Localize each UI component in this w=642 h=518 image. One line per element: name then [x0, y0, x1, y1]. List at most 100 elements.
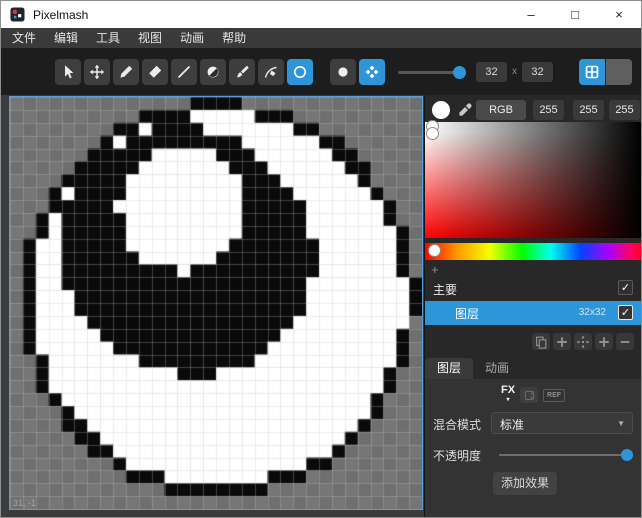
ref-button[interactable]: REF [543, 389, 565, 402]
layer-group-row[interactable]: 主要 ✓ [425, 278, 641, 300]
brush-size-slider[interactable] [398, 59, 466, 85]
minimize-button[interactable]: – [509, 1, 553, 28]
blend-mode-label: 混合模式 [433, 416, 481, 433]
hue-knob[interactable] [428, 244, 441, 257]
opacity-slider-knob[interactable] [621, 449, 633, 461]
eraser-icon [147, 64, 163, 80]
blend-mode-dropdown[interactable]: 标准 ▼ [491, 412, 633, 434]
layer-row-selected[interactable]: 图层 32x32 ✓ [425, 301, 641, 325]
menu-view[interactable]: 视图 [129, 28, 171, 48]
circle-icon [292, 64, 308, 80]
opacity-label: 不透明度 [433, 447, 481, 464]
add-swatch-button[interactable]: + [431, 262, 439, 277]
checker-pattern-icon [364, 64, 380, 80]
blend-mode-value: 标准 [500, 416, 524, 433]
opacity-slider-track[interactable] [499, 454, 627, 456]
dotted-cross-icon [576, 335, 590, 349]
tool-pen[interactable] [258, 59, 284, 85]
tool-shade[interactable] [200, 59, 226, 85]
current-color-swatch[interactable] [432, 101, 450, 119]
eyedropper-icon[interactable] [457, 102, 473, 118]
close-button[interactable]: × [597, 1, 641, 28]
toolbar: 32 x 32 [1, 48, 641, 95]
tab-animation[interactable]: 动画 [473, 358, 521, 379]
size-separator: x [512, 66, 517, 77]
canvas-width-input[interactable]: 32 [476, 62, 507, 82]
menu-edit[interactable]: 编辑 [45, 28, 87, 48]
grid-toggle-button[interactable] [579, 59, 605, 85]
layer-visibility-checkbox[interactable]: ✓ [618, 305, 633, 320]
line-icon [176, 64, 192, 80]
tool-pencil[interactable] [113, 59, 139, 85]
tool-eraser[interactable] [142, 59, 168, 85]
shade-circle-icon [205, 64, 221, 80]
menu-file[interactable]: 文件 [3, 28, 45, 48]
layer-name: 图层 [455, 305, 479, 322]
fx-dropdown-arrow: ▾ [501, 395, 515, 405]
layer-effect-button[interactable] [520, 387, 538, 403]
window-controls: – □ × [509, 1, 641, 28]
window-title: Pixelmash [33, 8, 88, 22]
maximize-button[interactable]: □ [553, 1, 597, 28]
blend-mode-row: 混合模式 标准 ▼ [433, 412, 633, 434]
brush-shape-button[interactable] [330, 59, 356, 85]
layer-actions [529, 333, 634, 350]
layer-group-name: 主要 [433, 281, 457, 298]
sv-picker-knob[interactable] [426, 127, 439, 140]
menu-animation[interactable]: 动画 [171, 28, 213, 48]
secondary-toggle-button[interactable] [606, 59, 632, 85]
effects-toolbar: FX ▾ REF [425, 385, 641, 405]
artboard[interactable]: 31, -1 [9, 96, 423, 510]
tool-group [55, 59, 316, 85]
add-layer-button[interactable] [553, 333, 571, 350]
group-visibility-checkbox[interactable]: ✓ [618, 280, 633, 295]
canvas-area: 31, -1 [1, 95, 424, 517]
duplicate-layer-button[interactable] [532, 333, 550, 350]
red-value-field[interactable]: 255 [533, 100, 564, 120]
round-brush-icon [335, 64, 351, 80]
hue-gradient-bar[interactable] [425, 243, 641, 260]
chevron-down-icon: ▼ [617, 419, 625, 428]
tool-circle[interactable] [287, 59, 313, 85]
app-window: Pixelmash – □ × 文件 编辑 工具 视图 动画 帮助 [0, 0, 642, 518]
pencil-icon [118, 64, 134, 80]
tool-select[interactable] [55, 59, 81, 85]
duplicate-icon [534, 335, 548, 349]
app-icon [10, 7, 25, 22]
canvas-height-input[interactable]: 32 [522, 62, 553, 82]
add-effect-button[interactable]: 添加效果 [493, 472, 557, 495]
tab-layers[interactable]: 图层 [425, 358, 473, 379]
fx-button[interactable]: FX ▾ [501, 385, 515, 405]
add-group-button[interactable] [595, 333, 613, 350]
menu-tools[interactable]: 工具 [87, 28, 129, 48]
tool-brush[interactable] [229, 59, 255, 85]
slider-knob[interactable] [453, 66, 466, 79]
opacity-row: 不透明度 [433, 445, 633, 463]
move-icon [89, 64, 105, 80]
menu-help[interactable]: 帮助 [213, 28, 255, 48]
merge-position-button[interactable] [574, 333, 592, 350]
tool-move[interactable] [84, 59, 110, 85]
menu-bar: 文件 编辑 工具 视图 动画 帮助 [1, 28, 641, 48]
green-value-field[interactable]: 255 [573, 100, 604, 120]
layer-size-badge: 32x32 [579, 307, 606, 318]
pen-curve-icon [263, 64, 279, 80]
saturation-value-picker[interactable] [425, 132, 641, 238]
grid-icon [584, 64, 600, 80]
panel-tabs: 图层 动画 [425, 358, 521, 379]
layer-effect-icon [523, 389, 536, 402]
right-panel: RGB 255 255 255 + 主要 ✓ 图层 32x32 ✓ [424, 95, 641, 517]
lightness-gradient-bar[interactable] [425, 122, 641, 132]
cursor-coordinates-readout: 31, -1 [13, 498, 36, 508]
grid-toggle-group [579, 59, 633, 85]
minus-icon [618, 335, 632, 349]
pixel-canvas[interactable] [10, 97, 422, 509]
cursor-icon [60, 64, 76, 80]
tool-line[interactable] [171, 59, 197, 85]
pattern-mode-button[interactable] [359, 59, 385, 85]
color-mode-button[interactable]: RGB [476, 100, 526, 120]
plus-icon [555, 335, 569, 349]
layer-tab-content: FX ▾ REF 混合模式 标准 ▼ 不透 [425, 379, 641, 517]
blue-value-field[interactable]: 255 [609, 100, 640, 120]
remove-layer-button[interactable] [616, 333, 634, 350]
